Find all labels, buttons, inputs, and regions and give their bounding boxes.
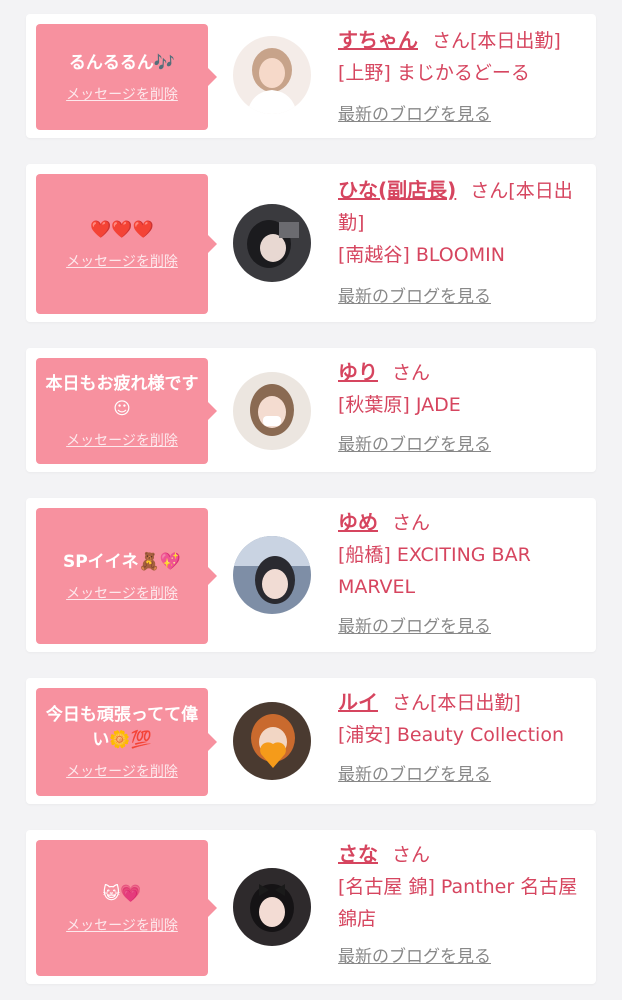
message-text: 本日もお疲れ様です☺︎	[45, 374, 199, 419]
message-text: ❤️❤️❤️	[90, 219, 154, 240]
user-info: すちゃん さん[本日出勤] [上野] まじかるどーる 最新のブログを見る	[338, 24, 586, 131]
user-name-link[interactable]: ゆり	[338, 360, 378, 384]
honorific: さん	[392, 692, 431, 714]
avatar[interactable]	[233, 204, 311, 282]
shop-name: [南越谷] BLOOMIN	[338, 244, 505, 266]
message-text: SPイイネ🧸💖	[62, 551, 182, 572]
message-card: 今日も頑張ってて偉い🌼💯 メッセージを削除 ルイ さん[本日出勤] [浦安] Be…	[26, 678, 596, 804]
latest-blog-link[interactable]: 最新のブログを見る	[338, 611, 586, 643]
attendance-status: [本日出勤]	[470, 30, 561, 52]
message-card: SPイイネ🧸💖 メッセージを削除 ゆめ さん [船橋] EXCITING BAR …	[26, 498, 596, 652]
delete-message-link[interactable]: メッセージを削除	[66, 583, 178, 603]
message-text: 今日も頑張ってて偉い🌼💯	[45, 705, 199, 750]
user-info: ゆり さん [秋葉原] JADE 最新のブログを見る	[338, 356, 586, 461]
avatar[interactable]	[233, 536, 311, 614]
honorific: さん	[392, 512, 431, 534]
attendance-status: [本日出勤]	[430, 692, 521, 714]
message-card: ❤️❤️❤️ メッセージを削除 ひな(副店長) さん[本日出勤] [南越谷] BL…	[26, 164, 596, 322]
user-name-link[interactable]: すちゃん	[338, 28, 418, 52]
latest-blog-link[interactable]: 最新のブログを見る	[338, 281, 586, 313]
message-text: るんるるん🎶	[68, 52, 176, 73]
honorific: さん	[470, 180, 509, 202]
user-info: ゆめ さん [船橋] EXCITING BAR MARVEL 最新のブログを見る	[338, 506, 586, 643]
message-bubble: 今日も頑張ってて偉い🌼💯 メッセージを削除	[36, 688, 217, 796]
avatar[interactable]	[233, 868, 311, 946]
user-info: ルイ さん[本日出勤] [浦安] Beauty Collection 最新のブログ…	[338, 686, 586, 791]
user-name-link[interactable]: さな	[338, 842, 378, 866]
honorific: さん	[392, 844, 431, 866]
message-card: るんるるん🎶 メッセージを削除 すちゃん さん[本日出勤] [上野] まじかるどー…	[26, 14, 596, 138]
message-card: 😺💗 メッセージを削除 さな さん [名古屋 錦] Panther 名古屋錦店 最…	[26, 830, 596, 984]
shop-name: [秋葉原] JADE	[338, 394, 461, 416]
delete-message-link[interactable]: メッセージを削除	[66, 915, 178, 935]
delete-message-link[interactable]: メッセージを削除	[66, 251, 178, 271]
shop-name: [上野] まじかるどーる	[338, 62, 530, 84]
latest-blog-link[interactable]: 最新のブログを見る	[338, 429, 586, 461]
message-text: 😺💗	[102, 883, 142, 904]
delete-message-link[interactable]: メッセージを削除	[66, 761, 178, 781]
message-bubble: るんるるん🎶 メッセージを削除	[36, 24, 217, 130]
shop-name: [浦安] Beauty Collection	[338, 724, 564, 746]
latest-blog-link[interactable]: 最新のブログを見る	[338, 941, 586, 973]
shop-name: [船橋] EXCITING BAR MARVEL	[338, 544, 531, 598]
message-card: 本日もお疲れ様です☺︎ メッセージを削除 ゆり さん [秋葉原] JADE 最新の…	[26, 348, 596, 472]
avatar[interactable]	[233, 702, 311, 780]
user-name-link[interactable]: ルイ	[338, 690, 378, 714]
latest-blog-link[interactable]: 最新のブログを見る	[338, 759, 586, 791]
honorific: さん	[432, 30, 471, 52]
avatar[interactable]	[233, 36, 311, 114]
avatar[interactable]	[233, 372, 311, 450]
delete-message-link[interactable]: メッセージを削除	[66, 84, 178, 104]
message-bubble: ❤️❤️❤️ メッセージを削除	[36, 174, 217, 314]
message-bubble: 本日もお疲れ様です☺︎ メッセージを削除	[36, 358, 217, 464]
delete-message-link[interactable]: メッセージを削除	[66, 430, 178, 450]
honorific: さん	[392, 362, 431, 384]
message-bubble: SPイイネ🧸💖 メッセージを削除	[36, 508, 217, 644]
user-name-link[interactable]: ひな(副店長)	[338, 178, 456, 202]
user-info: ひな(副店長) さん[本日出勤] [南越谷] BLOOMIN 最新のブログを見る	[338, 174, 586, 313]
user-name-link[interactable]: ゆめ	[338, 510, 378, 534]
user-info: さな さん [名古屋 錦] Panther 名古屋錦店 最新のブログを見る	[338, 838, 586, 973]
latest-blog-link[interactable]: 最新のブログを見る	[338, 99, 586, 131]
shop-name: [名古屋 錦] Panther 名古屋錦店	[338, 876, 578, 930]
message-bubble: 😺💗 メッセージを削除	[36, 840, 217, 976]
